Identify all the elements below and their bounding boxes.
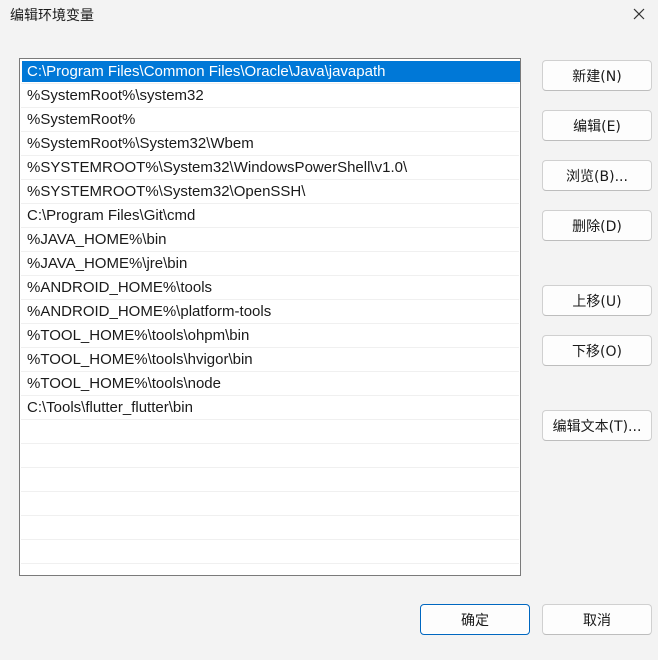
move-down-button[interactable]: 下移(O) (542, 335, 652, 366)
path-row-text: %SYSTEMROOT%\System32\OpenSSH\ (27, 183, 306, 200)
path-row[interactable]: %SYSTEMROOT%\System32\OpenSSH\ (21, 180, 519, 204)
ok-button[interactable]: 确定 (420, 604, 530, 635)
path-row-text: %SystemRoot%\system32 (27, 87, 204, 104)
path-row-text: C:\Tools\flutter_flutter\bin (27, 399, 193, 416)
path-row[interactable]: %SYSTEMROOT%\System32\WindowsPowerShell\… (21, 156, 519, 180)
path-row[interactable]: %ANDROID_HOME%\platform-tools (21, 300, 519, 324)
path-row-text: %ANDROID_HOME%\platform-tools (27, 303, 272, 320)
path-row[interactable]: %SystemRoot%\System32\Wbem (21, 132, 519, 156)
path-row[interactable]: %TOOL_HOME%\tools\hvigor\bin (21, 348, 519, 372)
path-row[interactable]: C:\Program Files\Common Files\Oracle\Jav… (21, 60, 520, 84)
new-button[interactable]: 新建(N) (542, 60, 652, 91)
path-row[interactable]: C:\Tools\flutter_flutter\bin (21, 396, 519, 420)
path-row[interactable]: %SystemRoot%\system32 (21, 84, 519, 108)
path-row[interactable]: %ANDROID_HOME%\tools (21, 276, 519, 300)
path-row-text: C:\Program Files\Common Files\Oracle\Jav… (27, 63, 386, 80)
path-row-text: %TOOL_HOME%\tools\hvigor\bin (27, 351, 253, 368)
path-row[interactable] (21, 468, 519, 492)
path-row[interactable]: %TOOL_HOME%\tools\ohpm\bin (21, 324, 519, 348)
window-title: 编辑环境变量 (10, 8, 94, 24)
path-row-text: %SystemRoot%\System32\Wbem (27, 135, 254, 152)
edit-button[interactable]: 编辑(E) (542, 110, 652, 141)
path-row[interactable] (21, 492, 519, 516)
delete-button[interactable]: 删除(D) (542, 210, 652, 241)
close-button[interactable] (624, 0, 654, 28)
edit-text-button[interactable]: 编辑文本(T)... (542, 410, 652, 441)
path-row-text: %JAVA_HOME%\jre\bin (27, 255, 188, 272)
path-list[interactable]: C:\Program Files\Common Files\Oracle\Jav… (19, 58, 521, 576)
path-row-text: C:\Program Files\Git\cmd (27, 207, 196, 224)
path-row[interactable] (21, 516, 519, 540)
path-row-text: %TOOL_HOME%\tools\ohpm\bin (27, 327, 250, 344)
move-up-button[interactable]: 上移(U) (542, 285, 652, 316)
path-row[interactable]: %JAVA_HOME%\jre\bin (21, 252, 519, 276)
path-row[interactable] (21, 540, 519, 564)
path-row[interactable] (21, 444, 519, 468)
title-bar: 编辑环境变量 (0, 0, 658, 30)
path-row[interactable]: %TOOL_HOME%\tools\node (21, 372, 519, 396)
browse-button[interactable]: 浏览(B)... (542, 160, 652, 191)
path-row-text: %TOOL_HOME%\tools\node (27, 375, 221, 392)
path-row[interactable]: %JAVA_HOME%\bin (21, 228, 519, 252)
close-icon (633, 8, 645, 20)
path-row-text: %ANDROID_HOME%\tools (27, 279, 213, 296)
cancel-button[interactable]: 取消 (542, 604, 652, 635)
path-row[interactable] (21, 420, 519, 444)
selection-highlight: C:\Program Files\Common Files\Oracle\Jav… (22, 61, 520, 82)
path-row[interactable]: %SystemRoot% (21, 108, 519, 132)
path-row-text: %SystemRoot% (27, 111, 136, 128)
path-row[interactable]: C:\Program Files\Git\cmd (21, 204, 519, 228)
path-row-text: %JAVA_HOME%\bin (27, 231, 167, 248)
path-row-text: %SYSTEMROOT%\System32\WindowsPowerShell\… (27, 159, 408, 176)
